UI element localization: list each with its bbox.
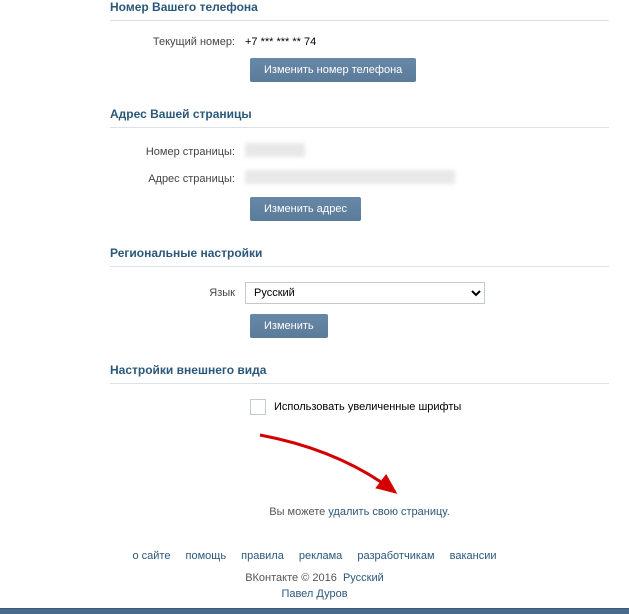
phone-header: Номер Вашего телефона: [110, 0, 609, 21]
language-select[interactable]: Русский: [245, 282, 485, 304]
phone-section: Номер Вашего телефона Текущий номер: +7 …: [110, 0, 609, 82]
delete-prefix: Вы можете: [269, 506, 328, 518]
language-row: Язык Русский: [110, 282, 609, 304]
appearance-header: Настройки внешнего вида: [110, 363, 609, 384]
footer-ads-link[interactable]: реклама: [299, 550, 342, 562]
page-address-row: Адрес страницы:: [110, 170, 609, 187]
footer-jobs-link[interactable]: вакансии: [450, 550, 497, 562]
regional-section: Региональные настройки Язык Русский Изме…: [110, 246, 609, 338]
page-address-value-blurred: [245, 170, 455, 184]
address-header: Адрес Вашей страницы: [110, 107, 609, 128]
language-label: Язык: [110, 287, 245, 299]
appearance-section: Настройки внешнего вида Использовать уве…: [110, 363, 609, 415]
large-fonts-row: Использовать увеличенные шрифты: [110, 399, 609, 415]
page-number-label: Номер страницы:: [110, 146, 245, 158]
change-language-button[interactable]: Изменить: [250, 314, 328, 338]
current-phone-row: Текущий номер: +7 *** *** ** 74: [110, 36, 609, 48]
page-number-row: Номер страницы:: [110, 143, 609, 160]
annotation-arrow-container: [110, 440, 609, 500]
footer-author-link[interactable]: Павел Дуров: [281, 588, 347, 600]
bottom-bar: [0, 608, 629, 614]
regional-header: Региональные настройки: [110, 246, 609, 267]
footer-about-link[interactable]: о сайте: [132, 550, 170, 562]
current-phone-label: Текущий номер:: [110, 36, 245, 48]
delete-suffix: .: [447, 506, 450, 518]
page-address-label: Адрес страницы:: [110, 173, 245, 185]
footer-author: Павел Дуров: [0, 586, 629, 602]
current-phone-value: +7 *** *** ** 74: [245, 36, 316, 48]
footer-links: о сайте помощь правила реклама разработч…: [0, 542, 629, 570]
large-fonts-checkbox[interactable]: [250, 399, 266, 415]
red-arrow-icon: [250, 430, 420, 505]
footer-copyright: ВКонтакте © 2016 Русский: [0, 570, 629, 586]
footer-developers-link[interactable]: разработчикам: [357, 550, 434, 562]
change-phone-button[interactable]: Изменить номер телефона: [250, 58, 416, 82]
large-fonts-label: Использовать увеличенные шрифты: [274, 401, 461, 413]
change-address-button[interactable]: Изменить адрес: [250, 197, 361, 221]
page-number-value-blurred: [245, 143, 305, 157]
footer-rules-link[interactable]: правила: [241, 550, 284, 562]
delete-account-link[interactable]: удалить свою страницу: [328, 506, 446, 518]
address-section: Адрес Вашей страницы Номер страницы: Адр…: [110, 107, 609, 221]
footer-help-link[interactable]: помощь: [186, 550, 227, 562]
